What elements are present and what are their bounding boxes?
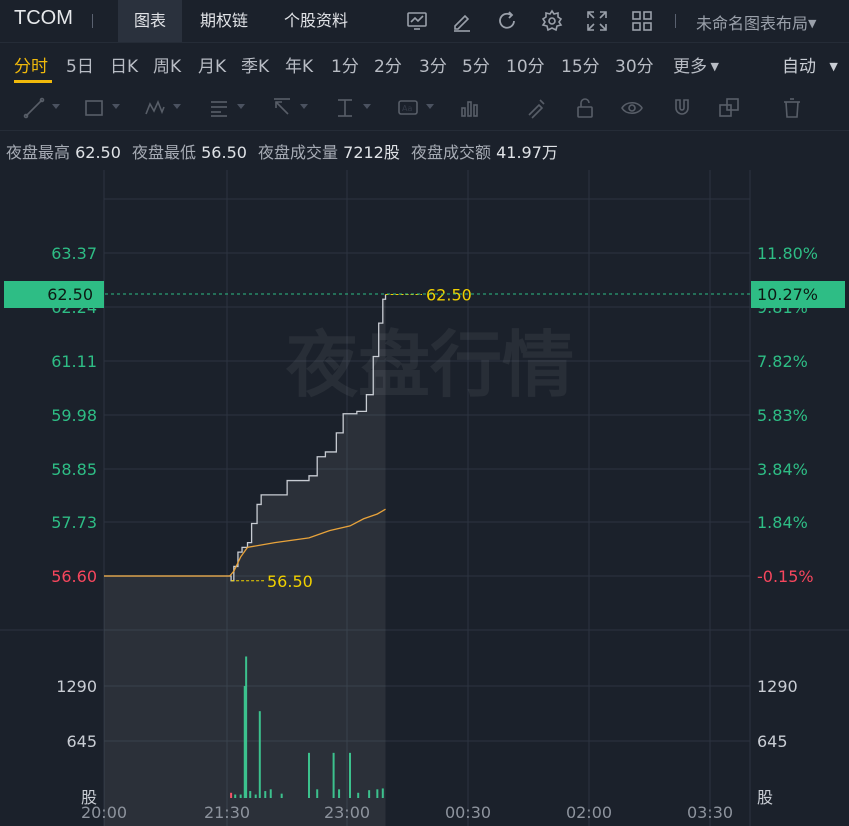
time-axis-label: 23:00 <box>324 803 370 822</box>
high-label: 夜盘最高 <box>6 143 71 162</box>
period-7[interactable]: 1分 <box>331 52 359 77</box>
pct-axis-label: 7.82% <box>757 352 808 371</box>
price-axis-label: 56.60 <box>51 567 97 586</box>
period-8[interactable]: 2分 <box>374 52 402 77</box>
ticker-symbol: TCOM <box>14 7 73 29</box>
time-axis-label: 00:30 <box>445 803 491 822</box>
caret-down-icon[interactable] <box>300 104 308 109</box>
settings-icon[interactable] <box>540 9 564 33</box>
period-9[interactable]: 3分 <box>419 52 447 77</box>
volume-value: 7212股 <box>343 143 400 162</box>
fib-icon[interactable] <box>207 96 231 120</box>
refresh-icon[interactable] <box>495 9 519 33</box>
period-12[interactable]: 15分 <box>561 52 600 77</box>
session-info-bar: 夜盘最高 62.50 夜盘最低 56.50 夜盘成交量 7212股 夜盘成交额 … <box>6 139 564 163</box>
volume-axis-label-right: 1290 <box>757 677 798 696</box>
price-axis-label: 61.11 <box>51 352 97 371</box>
layout-grid-icon[interactable] <box>630 9 654 33</box>
volume-axis-label-left: 645 <box>66 732 97 751</box>
caret-down-icon[interactable] <box>426 104 434 109</box>
volume-axis-label-right: 645 <box>757 732 788 751</box>
rectangle-icon[interactable] <box>82 96 106 120</box>
volume-label: 夜盘成交量 <box>258 143 339 162</box>
fullscreen-icon[interactable] <box>585 9 609 33</box>
low-value: 56.50 <box>201 143 247 162</box>
time-axis-label: 21:30 <box>204 803 250 822</box>
period-4[interactable]: 月K <box>198 52 226 77</box>
period-11[interactable]: 10分 <box>506 52 545 77</box>
pct-axis-label: 1.84% <box>757 513 808 532</box>
caret-down-icon[interactable] <box>237 104 245 109</box>
volume-axis-label-left: 1290 <box>56 677 97 696</box>
amount-value: 41.97万 <box>496 143 558 162</box>
pct-axis-label: 5.83% <box>757 406 808 425</box>
period-5[interactable]: 季K <box>241 52 269 77</box>
high-value: 62.50 <box>75 143 121 162</box>
trash-icon[interactable] <box>780 96 804 120</box>
brush-icon[interactable] <box>524 96 548 120</box>
chart-watermark: 夜盘行情 <box>285 323 574 407</box>
pct-axis-label: -0.15% <box>757 567 814 586</box>
svg-text:Aa: Aa <box>402 104 412 113</box>
draw-edit-icon[interactable] <box>450 9 474 33</box>
amount-label: 夜盘成交额 <box>410 143 491 162</box>
low-label: 夜盘最低 <box>132 143 197 162</box>
period-0[interactable]: 分时 <box>14 52 48 77</box>
scale-mode-selector[interactable]: 自动 ▼ <box>782 52 838 77</box>
period-1[interactable]: 5日 <box>66 52 94 77</box>
active-period-indicator <box>14 80 52 83</box>
divider <box>92 14 93 28</box>
low-marker-label: 56.50 <box>267 572 313 591</box>
magnet-icon[interactable] <box>670 96 694 120</box>
layout-name: 未命名图表布局 <box>696 14 809 33</box>
clone-icon[interactable] <box>717 96 741 120</box>
current-pct-label: 10.27% <box>757 285 818 304</box>
indicator-icon[interactable] <box>405 9 429 33</box>
tab-options-chain[interactable]: 期权链 <box>184 0 264 42</box>
period-13[interactable]: 30分 <box>615 52 654 77</box>
caret-down-icon[interactable] <box>173 104 181 109</box>
tab-chart[interactable]: 图表 <box>118 0 183 42</box>
time-axis-label: 02:00 <box>566 803 612 822</box>
caret-down-icon[interactable] <box>52 104 60 109</box>
arrow-icon[interactable] <box>270 96 294 120</box>
caret-down-icon[interactable] <box>363 104 371 109</box>
time-axis-label: 03:30 <box>687 803 733 822</box>
text-note-icon[interactable]: Aa <box>396 96 420 120</box>
period-14[interactable]: 更多 ▼ <box>673 52 719 77</box>
caret-down-icon[interactable] <box>112 104 120 109</box>
intraday-chart[interactable]: 夜盘行情 62.5056.50 63.3762.2461.1159.9858.8… <box>0 166 849 826</box>
layout-selector[interactable]: 未命名图表布局▼ <box>696 10 816 34</box>
scale-mode-label: 自动 <box>782 57 816 77</box>
period-3[interactable]: 周K <box>153 52 181 77</box>
high-marker-label: 62.50 <box>426 286 472 305</box>
caret-down-icon: ▼ <box>808 17 817 30</box>
price-axis-label: 59.98 <box>51 406 97 425</box>
time-axis-label: 20:00 <box>81 803 127 822</box>
measure-icon[interactable] <box>458 96 482 120</box>
price-axis-label: 58.85 <box>51 460 97 479</box>
period-10[interactable]: 5分 <box>462 52 490 77</box>
tab-company-profile[interactable]: 个股资料 <box>268 0 364 42</box>
caret-down-icon: ▼ <box>829 60 838 73</box>
price-axis-label: 63.37 <box>51 244 97 263</box>
pattern-icon[interactable] <box>143 96 167 120</box>
period-2[interactable]: 日K <box>110 52 138 77</box>
divider <box>675 14 676 28</box>
pct-axis-label: 11.80% <box>757 244 818 263</box>
current-price-label: 62.50 <box>47 285 93 304</box>
volume-axis-label-right: 股 <box>757 788 773 807</box>
lock-icon[interactable] <box>573 96 597 120</box>
pct-axis-label: 3.84% <box>757 460 808 479</box>
period-6[interactable]: 年K <box>285 52 313 77</box>
price-axis-label: 57.73 <box>51 513 97 532</box>
range-icon[interactable] <box>333 96 357 120</box>
caret-down-icon: ▼ <box>707 60 719 73</box>
eye-icon[interactable] <box>620 96 644 120</box>
trend-line-icon[interactable] <box>22 96 46 120</box>
